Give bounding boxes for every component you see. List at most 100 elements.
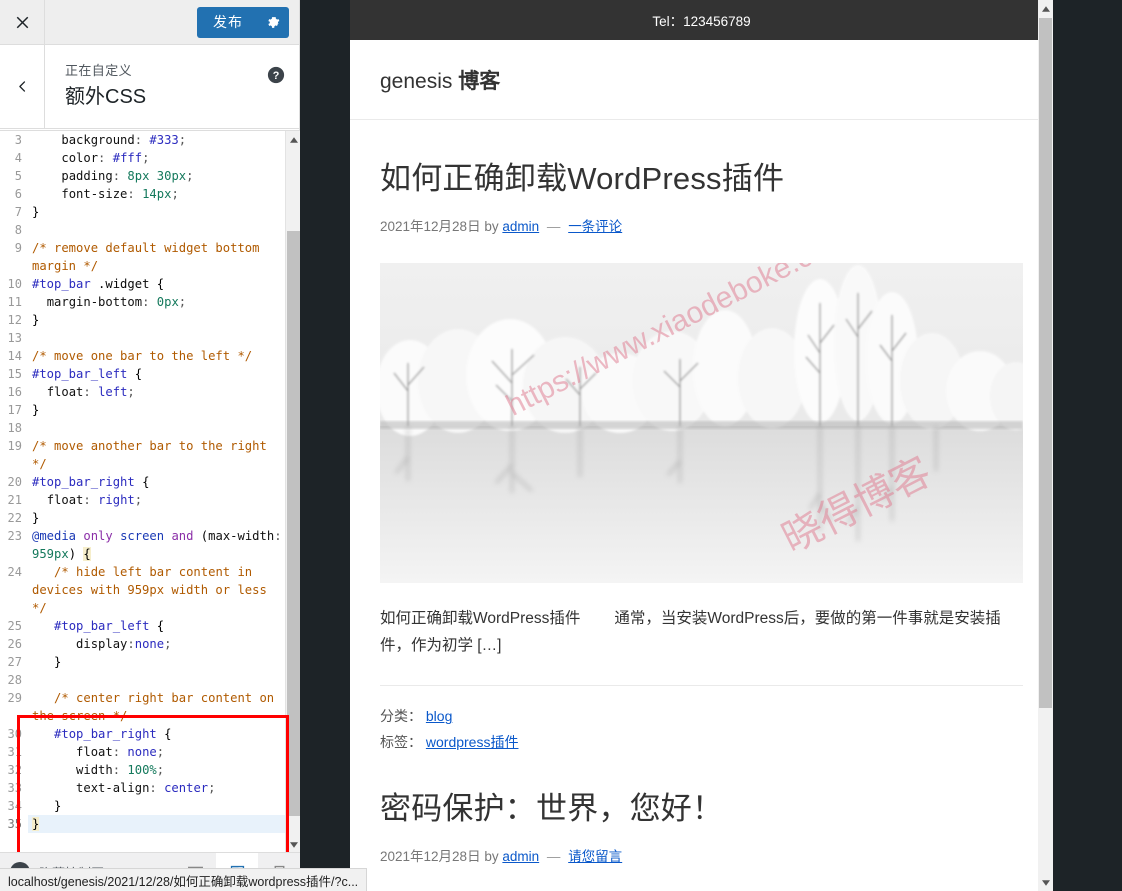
- post-by-label: by: [484, 849, 499, 865]
- code-line[interactable]: 9/* remove default widget bottom margin …: [0, 239, 285, 275]
- post-meta: 2021年12月28日 by admin — 请您留言: [380, 845, 1023, 865]
- publish-button[interactable]: 发布: [197, 7, 257, 38]
- code-line-text[interactable]: float: none;: [28, 743, 285, 761]
- code-line[interactable]: 25 #top_bar_left {: [0, 617, 285, 635]
- previewed-site[interactable]: Tel：123456789 genesis 博客 如何正确卸载WordPress…: [350, 0, 1053, 891]
- code-line-text[interactable]: [28, 329, 285, 347]
- code-line[interactable]: 16 float: left;: [0, 383, 285, 401]
- code-line[interactable]: 19/* move another bar to the right */: [0, 437, 285, 473]
- code-line-text[interactable]: }: [28, 653, 285, 671]
- code-line-text[interactable]: /* center right bar content on the scree…: [28, 689, 285, 725]
- code-line[interactable]: 29 /* center right bar content on the sc…: [0, 689, 285, 725]
- code-line[interactable]: 12}: [0, 311, 285, 329]
- code-line[interactable]: 21 float: right;: [0, 491, 285, 509]
- code-line-text[interactable]: /* move one bar to the left */: [28, 347, 285, 365]
- code-line-text[interactable]: @media only screen and (max-width: 959px…: [28, 527, 285, 563]
- code-line-text[interactable]: [28, 419, 285, 437]
- code-line-text[interactable]: }: [28, 311, 285, 329]
- code-line[interactable]: 6 font-size: 14px;: [0, 185, 285, 203]
- code-line[interactable]: 18: [0, 419, 285, 437]
- code-line[interactable]: 5 padding: 8px 30px;: [0, 167, 285, 185]
- code-line-text[interactable]: }: [28, 509, 285, 527]
- code-line[interactable]: 3 background: #333;: [0, 131, 285, 149]
- help-circle-icon[interactable]: ?: [267, 66, 285, 84]
- code-line-text[interactable]: float: left;: [28, 383, 285, 401]
- code-line[interactable]: 13: [0, 329, 285, 347]
- code-line-text[interactable]: #top_bar_right {: [28, 725, 285, 743]
- code-line[interactable]: 10 #top_bar .widget {: [0, 275, 285, 293]
- back-button[interactable]: [0, 45, 45, 128]
- code-line-text[interactable]: width: 100%;: [28, 761, 285, 779]
- code-line-text[interactable]: background: #333;: [28, 131, 285, 149]
- code-line[interactable]: 27 }: [0, 653, 285, 671]
- editor-scrollbar-thumb[interactable]: [287, 231, 300, 816]
- code-line[interactable]: 22}: [0, 509, 285, 527]
- gear-icon[interactable]: [257, 7, 289, 38]
- code-line[interactable]: 20 #top_bar_right {: [0, 473, 285, 491]
- scroll-up-icon[interactable]: [286, 131, 300, 148]
- code-line-text[interactable]: font-size: 14px;: [28, 185, 285, 203]
- code-line[interactable]: 7}: [0, 203, 285, 221]
- code-line-number: 29: [0, 689, 28, 707]
- category-label: 分类：: [380, 708, 422, 725]
- preview-scrollbar[interactable]: [1038, 0, 1053, 891]
- code-line-text[interactable]: }: [28, 401, 285, 419]
- code-line-text[interactable]: /* remove default widget bottom margin *…: [28, 239, 285, 275]
- scroll-up-icon[interactable]: [1038, 0, 1053, 17]
- code-line-number: 12: [0, 311, 28, 329]
- code-line-text[interactable]: #top_bar_right {: [28, 473, 285, 491]
- site-title[interactable]: genesis 博客: [380, 65, 500, 95]
- code-line-text[interactable]: }: [28, 797, 285, 815]
- meta-separator: —: [546, 219, 561, 235]
- code-line-text[interactable]: [28, 671, 285, 689]
- code-line-number: 13: [0, 329, 28, 347]
- post-entry: 密码保护：世界，您好！ 2021年12月28日 by admin — 请您留言: [380, 790, 1023, 865]
- code-line[interactable]: 4 color: #fff;: [0, 149, 285, 167]
- post-featured-image[interactable]: https://www.xiaodeboke.com 晓得博客: [380, 263, 1023, 584]
- code-line-number: 3: [0, 131, 28, 149]
- code-line-text[interactable]: padding: 8px 30px;: [28, 167, 285, 185]
- close-icon[interactable]: [0, 0, 45, 44]
- code-line[interactable]: 24 /* hide left bar content in devices w…: [0, 563, 285, 617]
- post-author-link[interactable]: admin: [502, 219, 539, 234]
- code-line[interactable]: 33 text-align: center;: [0, 779, 285, 797]
- post-title[interactable]: 密码保护：世界，您好！: [380, 790, 1023, 827]
- post-title[interactable]: 如何正确卸载WordPress插件: [380, 160, 1023, 197]
- code-line-text[interactable]: /* move another bar to the right */: [28, 437, 285, 473]
- code-line-text[interactable]: }: [28, 815, 285, 833]
- code-line-text[interactable]: display:none;: [28, 635, 285, 653]
- post-comments-link[interactable]: 一条评论: [568, 219, 622, 234]
- code-line-text[interactable]: margin-bottom: 0px;: [28, 293, 285, 311]
- scroll-down-icon[interactable]: [1038, 874, 1053, 891]
- code-line[interactable]: 28: [0, 671, 285, 689]
- scroll-down-icon[interactable]: [286, 836, 300, 852]
- code-line-text[interactable]: float: right;: [28, 491, 285, 509]
- code-line[interactable]: 14/* move one bar to the left */: [0, 347, 285, 365]
- preview-scrollbar-thumb[interactable]: [1039, 18, 1052, 708]
- code-line[interactable]: 8: [0, 221, 285, 239]
- code-line[interactable]: 31 float: none;: [0, 743, 285, 761]
- code-line-text[interactable]: color: #fff;: [28, 149, 285, 167]
- code-line[interactable]: 23 @media only screen and (max-width: 959…: [0, 527, 285, 563]
- code-line[interactable]: 17}: [0, 401, 285, 419]
- code-line-text[interactable]: [28, 221, 285, 239]
- code-line[interactable]: 34 }: [0, 797, 285, 815]
- code-line[interactable]: 15 #top_bar_left {: [0, 365, 285, 383]
- css-code-editor[interactable]: 3 background: #333; 4 color: #fff; 5 paddi…: [0, 131, 285, 852]
- code-line[interactable]: 11 margin-bottom: 0px;: [0, 293, 285, 311]
- tag-link[interactable]: wordpress插件: [426, 734, 519, 750]
- code-line-text[interactable]: }: [28, 203, 285, 221]
- post-author-link[interactable]: admin: [502, 849, 539, 864]
- code-line-text[interactable]: #top_bar_left {: [28, 365, 285, 383]
- code-line[interactable]: 30 #top_bar_right {: [0, 725, 285, 743]
- post-comments-link[interactable]: 请您留言: [568, 849, 622, 864]
- editor-scrollbar[interactable]: [285, 131, 300, 852]
- code-line[interactable]: 26 display:none;: [0, 635, 285, 653]
- code-line[interactable]: 32 width: 100%;: [0, 761, 285, 779]
- code-line-text[interactable]: #top_bar_left {: [28, 617, 285, 635]
- code-line-text[interactable]: /* hide left bar content in devices with…: [28, 563, 285, 617]
- code-line[interactable]: 35}: [0, 815, 285, 833]
- code-line-text[interactable]: text-align: center;: [28, 779, 285, 797]
- code-line-text[interactable]: #top_bar .widget {: [28, 275, 285, 293]
- category-link[interactable]: blog: [426, 708, 452, 724]
